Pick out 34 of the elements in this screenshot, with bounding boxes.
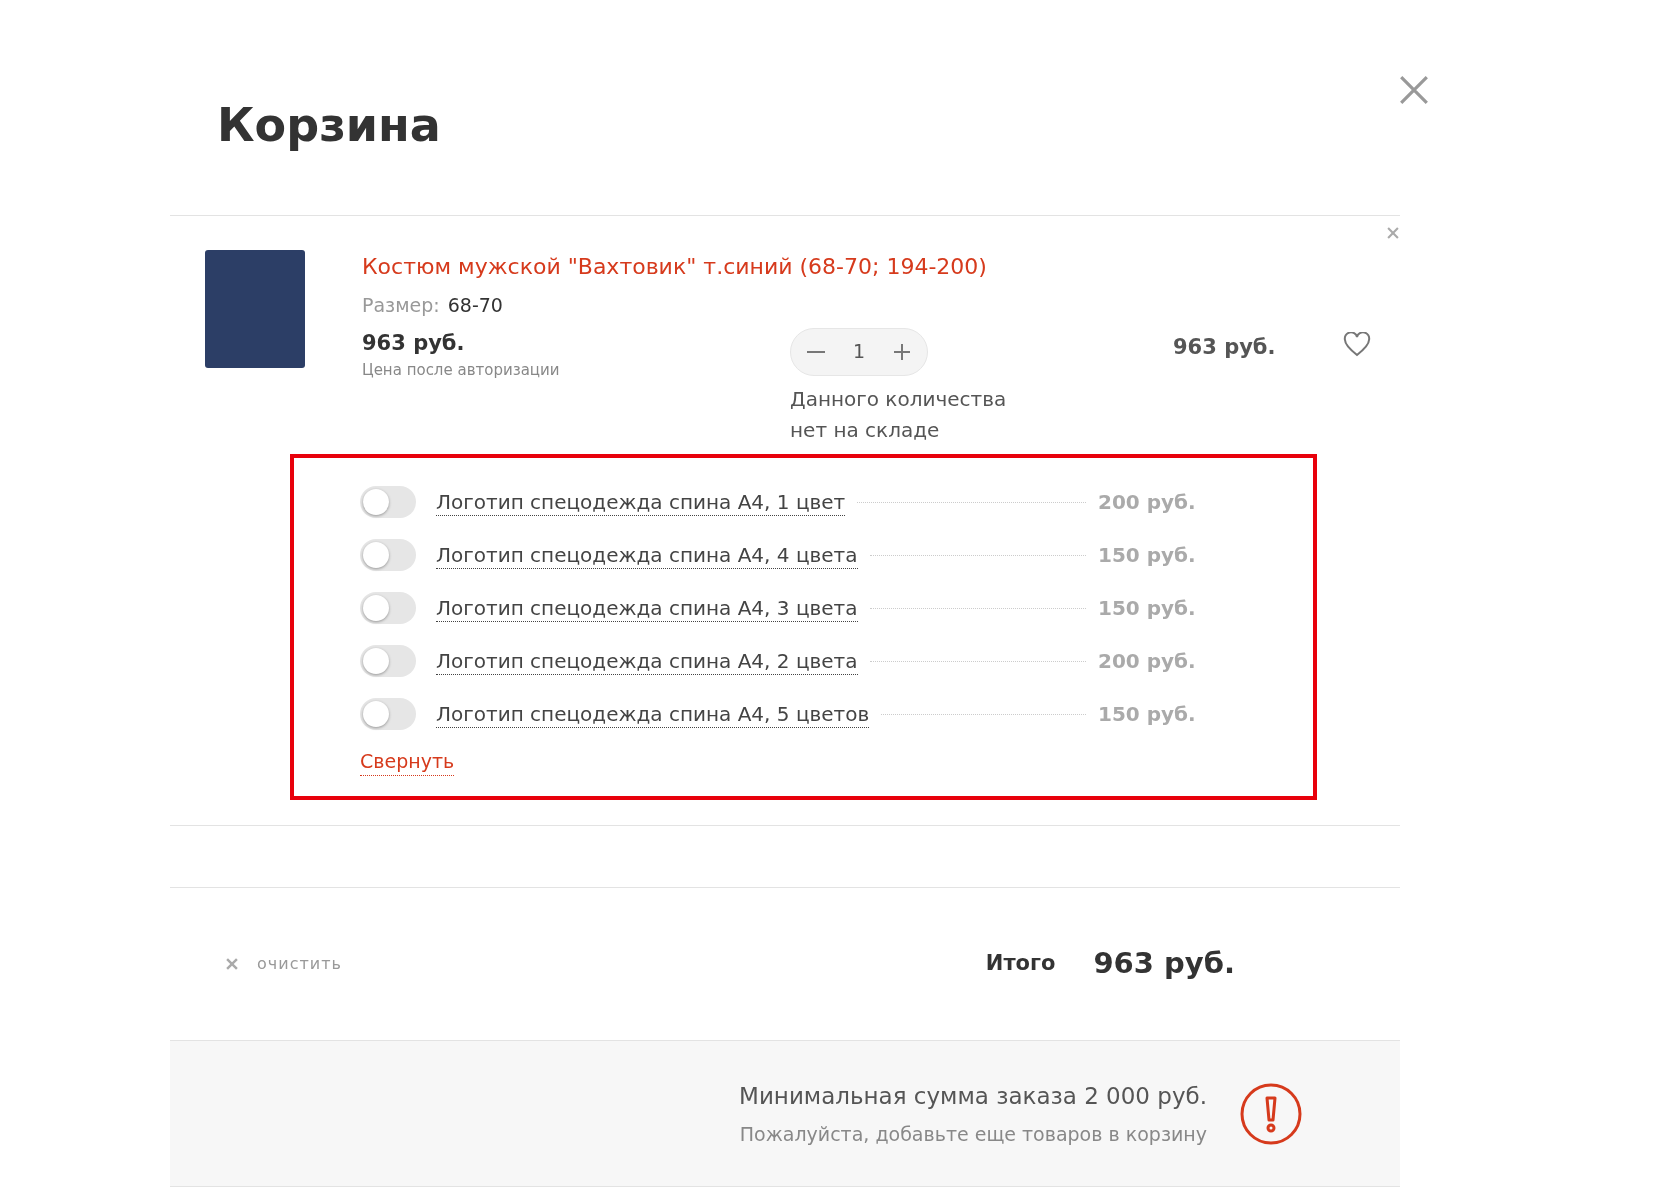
size-label: Размер: — [362, 293, 440, 318]
remove-item-icon[interactable] — [1386, 226, 1400, 240]
toggle-switch[interactable] — [360, 592, 416, 624]
unit-price: 963 руб. — [362, 329, 466, 357]
notice-title: Минимальная сумма заказа 2 000 руб. — [739, 1082, 1207, 1111]
option-price: 150 руб. — [1098, 542, 1197, 569]
stock-note: Данного количества нет на складе — [790, 385, 1008, 444]
price-note: Цена после авторизации — [362, 360, 561, 381]
collapse-link[interactable]: Свернуть — [360, 746, 455, 776]
quantity-value: 1 — [852, 339, 866, 365]
option-price: 200 руб. — [1098, 648, 1197, 675]
close-icon — [225, 957, 239, 971]
warning-icon — [1239, 1081, 1303, 1146]
close-button[interactable] — [1398, 74, 1430, 106]
total-label: Итого — [985, 950, 1056, 978]
toggle-switch[interactable] — [360, 645, 416, 677]
option-price: 150 руб. — [1098, 701, 1197, 728]
option-price: 200 руб. — [1098, 489, 1197, 516]
cart-title: Корзина — [217, 98, 441, 154]
line-total: 963 руб. — [1173, 333, 1277, 361]
toggle-switch[interactable] — [360, 698, 416, 730]
toggle-switch[interactable] — [360, 539, 416, 571]
option-label[interactable]: Логотип спецодежда спина А4, 5 цветов — [436, 700, 870, 728]
product-name-link[interactable]: Костюм мужской "Вахтовик" т.синий (68-70; 194-200) — [362, 254, 987, 279]
total-amount: 963 руб. — [1093, 945, 1235, 983]
toggle-switch[interactable] — [360, 486, 416, 518]
size-value: 68-70 — [447, 293, 503, 318]
option-label[interactable]: Логотип спецодежда спина А4, 2 цвета — [436, 647, 858, 675]
option-label[interactable]: Логотип спецодежда спина А4, 1 цвет — [436, 488, 846, 516]
option-price: 150 руб. — [1098, 595, 1197, 622]
minus-icon — [807, 350, 825, 353]
option-label[interactable]: Логотип спецодежда спина А4, 4 цвета — [436, 541, 858, 569]
option-label[interactable]: Логотип спецодежда спина А4, 3 цвета — [436, 594, 858, 622]
notice-text: Пожалуйста, добавьте еще товаров в корзину — [739, 1121, 1207, 1147]
